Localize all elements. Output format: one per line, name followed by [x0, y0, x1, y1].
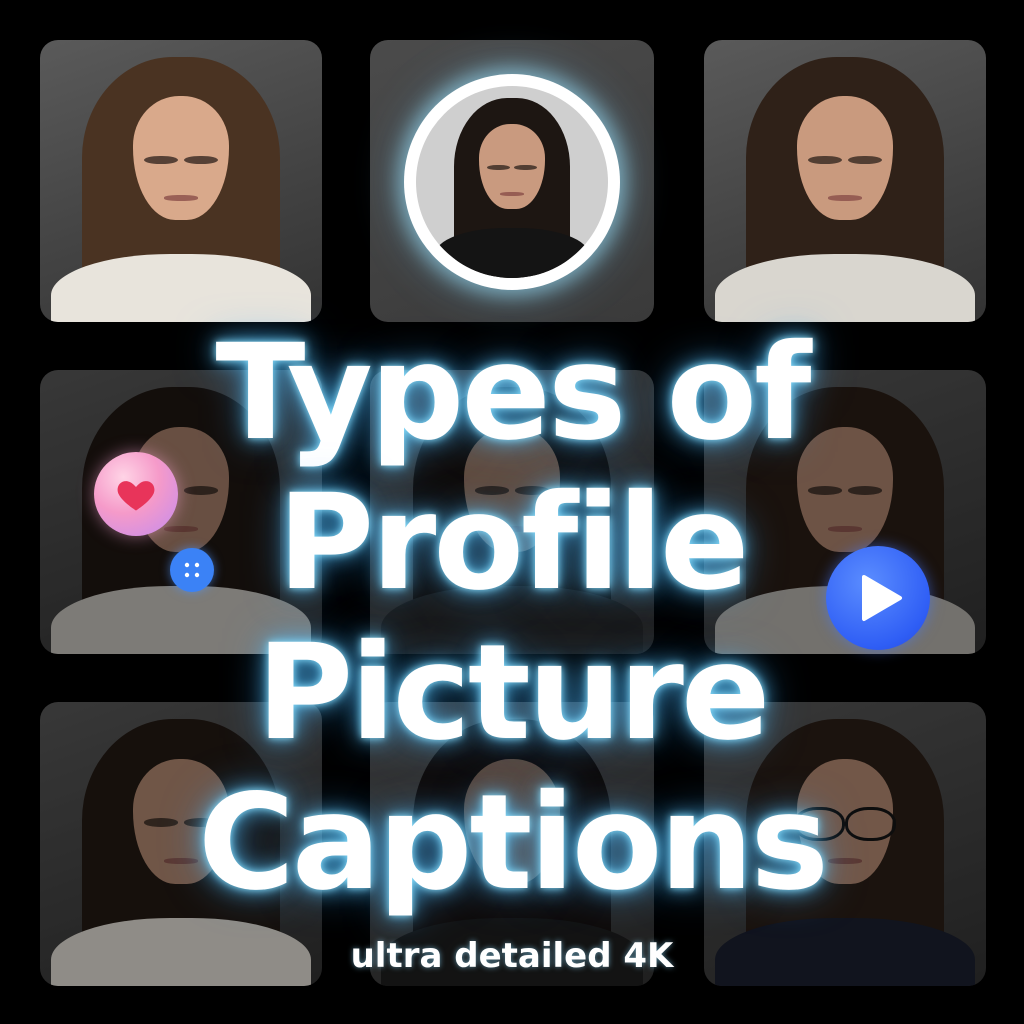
heart-icon[interactable] — [94, 452, 178, 536]
title-line: Types of — [215, 316, 811, 470]
four-dots-icon[interactable] — [170, 548, 214, 592]
title-line: Captions — [197, 766, 829, 920]
portrait-photo — [40, 40, 322, 322]
subtitle: ultra detailed 4K — [350, 936, 674, 976]
avatar-photo — [416, 86, 608, 278]
play-icon[interactable] — [826, 546, 930, 650]
portrait-tile — [704, 40, 986, 322]
profile-avatar — [404, 74, 620, 290]
portrait-photo — [704, 40, 986, 322]
portrait-tile — [40, 40, 322, 322]
